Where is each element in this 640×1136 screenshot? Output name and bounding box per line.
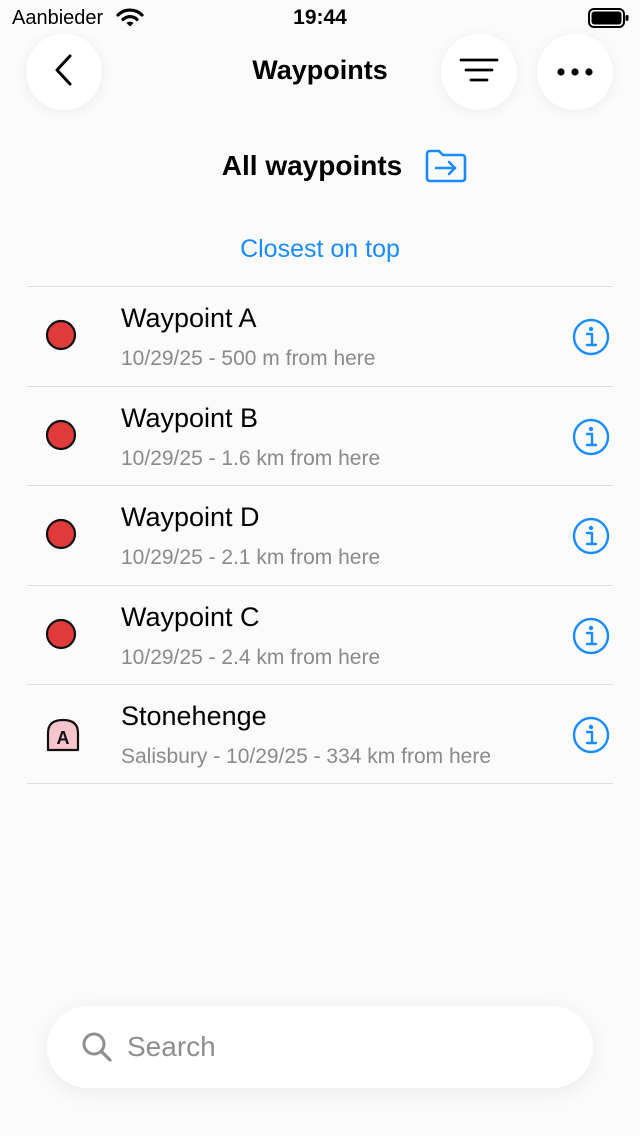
info-icon[interactable]	[572, 517, 610, 560]
red-dot-marker-icon	[45, 618, 77, 655]
ellipsis-icon	[557, 63, 593, 81]
waypoint-title: Waypoint D	[121, 502, 260, 532]
filter-button[interactable]	[441, 34, 517, 110]
info-icon[interactable]	[572, 716, 610, 759]
info-icon[interactable]	[572, 617, 610, 660]
folder-title: All waypoints	[221, 150, 403, 181]
search-icon	[81, 1031, 113, 1068]
red-dot-marker-icon	[45, 319, 77, 356]
waypoint-title: Waypoint A	[121, 303, 257, 333]
search-bar[interactable]	[47, 1006, 593, 1088]
folder-selector[interactable]: All waypoints	[0, 148, 640, 184]
list-item[interactable]: A Stonehenge Salisbury - 10/29/25 - 334 …	[27, 684, 613, 784]
waypoint-list: Waypoint A 10/29/25 - 500 m from here Wa…	[27, 286, 613, 784]
waypoint-subtitle: 10/29/25 - 1.6 km from here	[121, 446, 381, 470]
status-bar: Aanbieder 19:44	[0, 0, 640, 36]
letter-a-badge-icon: A	[45, 717, 81, 758]
search-input[interactable]	[127, 1024, 557, 1070]
waypoint-subtitle: 10/29/25 - 2.4 km from here	[121, 645, 381, 669]
waypoint-title: Waypoint C	[121, 601, 260, 632]
info-icon[interactable]	[572, 418, 610, 461]
list-item[interactable]: Waypoint B 10/29/25 - 1.6 km from here	[27, 385, 613, 486]
waypoint-title: Waypoint B	[121, 402, 259, 433]
waypoint-subtitle: 10/29/25 - 2.1 km from here	[121, 546, 381, 569]
battery-icon	[588, 8, 630, 33]
list-item[interactable]: Waypoint A 10/29/25 - 500 m from here	[27, 286, 613, 386]
waypoint-subtitle: Salisbury - 10/29/25 - 334 km from here	[121, 745, 492, 768]
red-dot-marker-icon	[45, 518, 77, 555]
more-button[interactable]	[537, 34, 613, 110]
red-dot-marker-icon	[45, 419, 77, 456]
badge-letter: A	[57, 728, 70, 748]
list-item[interactable]: Waypoint D 10/29/25 - 2.1 km from here	[27, 485, 613, 585]
folder-arrow-icon[interactable]	[424, 148, 468, 184]
list-item[interactable]: Waypoint C 10/29/25 - 2.4 km from here	[27, 584, 613, 685]
filter-lines-icon	[459, 56, 499, 89]
info-icon[interactable]	[572, 318, 610, 361]
waypoint-subtitle: 10/29/25 - 500 m from here	[121, 347, 376, 370]
waypoint-title: Stonehenge	[121, 701, 267, 731]
clock: 19:44	[293, 6, 347, 29]
sort-order-link[interactable]: Closest on top	[0, 235, 640, 264]
